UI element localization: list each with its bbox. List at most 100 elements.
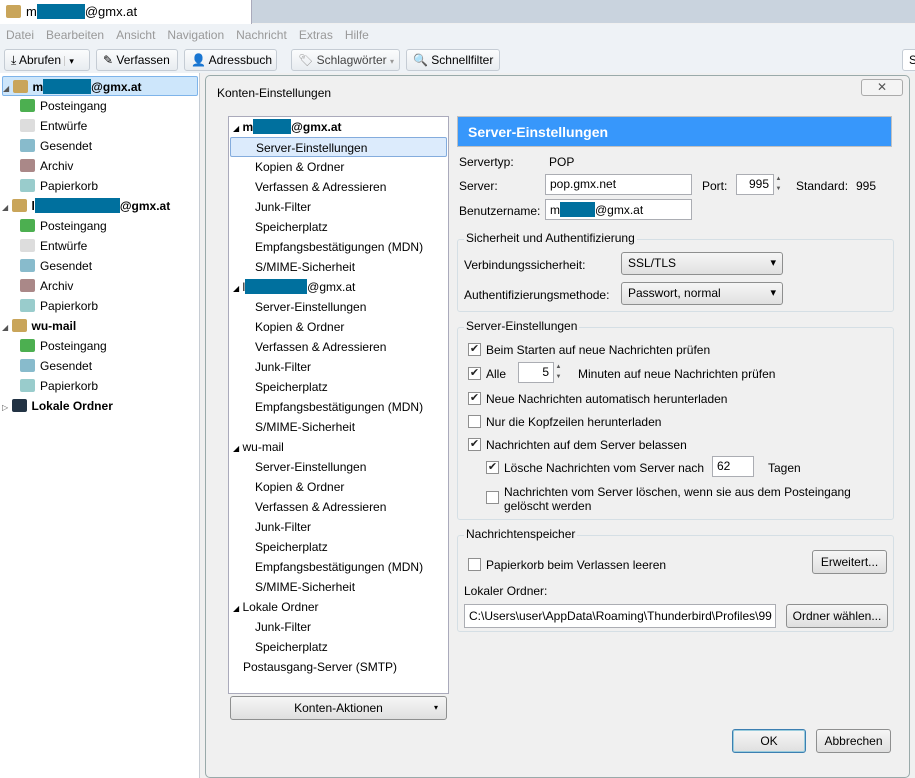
expander-icon[interactable]: ◢	[233, 604, 239, 613]
tree-item-label: Server-Einstellungen	[255, 300, 367, 314]
expander-icon[interactable]: ▷	[2, 403, 8, 412]
menu-item-nachricht[interactable]: Nachricht	[236, 28, 287, 42]
account-actions-label: Konten-Aktionen	[294, 701, 383, 715]
tab-account[interactable]: m @gmx.at	[0, 0, 252, 24]
folder-papierkorb[interactable]: Papierkorb	[20, 376, 98, 396]
menu-item-hilfe[interactable]: Hilfe	[345, 28, 369, 42]
local-folder-input[interactable]: C:\Users\user\AppData\Roaming\Thunderbir…	[464, 604, 776, 628]
connection-security-select[interactable]: SSL/TLS	[621, 252, 783, 275]
tree-item-server-einstellungen[interactable]: Server-Einstellungen	[229, 297, 448, 317]
redaction	[560, 202, 595, 217]
menu-item-datei[interactable]: Datei	[6, 28, 34, 42]
menu-item-ansicht[interactable]: Ansicht	[116, 28, 155, 42]
account-0[interactable]: ◢ m @gmx.at	[2, 76, 198, 96]
folder-posteingang[interactable]: Posteingang	[20, 336, 107, 356]
auth-method-select[interactable]: Passwort, normal	[621, 282, 783, 305]
headers-only-checkbox[interactable]	[468, 415, 481, 428]
close-button[interactable]: ✕	[861, 79, 903, 96]
expander-icon[interactable]: ◢	[2, 203, 8, 212]
menu-item-bearbeiten[interactable]: Bearbeiten	[46, 28, 104, 42]
folder-gesendet[interactable]: Gesendet	[20, 256, 92, 276]
folder-posteingang[interactable]: Posteingang	[20, 216, 107, 236]
ok-button[interactable]: OK	[732, 729, 806, 753]
tree-item-speicherplatz[interactable]: Speicherplatz	[229, 537, 448, 557]
tree-item-verfassen-adressieren[interactable]: Verfassen & Adressieren	[229, 337, 448, 357]
folder-posteingang[interactable]: Posteingang	[20, 96, 107, 116]
addressbook-button[interactable]: 👤 Adressbuch	[184, 49, 277, 71]
advanced-button[interactable]: Erweitert...	[812, 550, 887, 574]
tree-item-junk-filter[interactable]: Junk-Filter	[229, 617, 448, 637]
folder-papierkorb[interactable]: Papierkorb	[20, 296, 98, 316]
folder-entwürfe[interactable]: Entwürfe	[20, 236, 87, 256]
folder-gesendet[interactable]: Gesendet	[20, 356, 92, 376]
folder-entwürfe[interactable]: Entwürfe	[20, 116, 87, 136]
server-input[interactable]: pop.gmx.net	[545, 174, 692, 195]
tree-account-24[interactable]: ◢ Lokale Ordner	[229, 597, 448, 617]
tree-item-speicherplatz[interactable]: Speicherplatz	[229, 377, 448, 397]
tree-item-s-mime-sicherheit[interactable]: S/MIME-Sicherheit	[229, 417, 448, 437]
port-input[interactable]: 995	[736, 174, 774, 195]
menu-bar: Datei Bearbeiten Ansicht Navigation Nachrich…	[0, 24, 915, 46]
quickfilter-button[interactable]: 🔍 Schnellfilter	[406, 49, 500, 71]
tree-item-junk-filter[interactable]: Junk-Filter	[229, 357, 448, 377]
check-every-checkbox[interactable]: ✔	[468, 367, 481, 380]
tree-item-empfangsbest-tigungen-mdn-[interactable]: Empfangsbestätigungen (MDN)	[229, 557, 448, 577]
tree-item-empfangsbest-tigungen-mdn-[interactable]: Empfangsbestätigungen (MDN)	[229, 397, 448, 417]
tree-item-speicherplatz[interactable]: Speicherplatz	[229, 637, 448, 657]
tree-item-server-einstellungen[interactable]: Server-Einstellungen	[230, 137, 447, 157]
tree-item-s-mime-sicherheit[interactable]: S/MIME-Sicherheit	[229, 577, 448, 597]
tree-account-8[interactable]: ◢ l @gmx.at	[229, 277, 448, 297]
tree-item-speicherplatz[interactable]: Speicherplatz	[229, 217, 448, 237]
folder-gesendet[interactable]: Gesendet	[20, 136, 92, 156]
tree-item-verfassen-adressieren[interactable]: Verfassen & Adressieren	[229, 177, 448, 197]
account-16[interactable]: ▷ Lokale Ordner	[2, 396, 113, 416]
account-actions-button[interactable]: Konten-Aktionen ▾	[230, 696, 447, 720]
empty-trash-checkbox[interactable]	[468, 558, 481, 571]
expander-icon[interactable]: ◢	[3, 84, 9, 93]
expander-icon[interactable]: ◢	[233, 124, 239, 133]
days-input[interactable]: 62	[712, 456, 754, 477]
expander-icon[interactable]: ◢	[233, 284, 239, 293]
tree-account-27[interactable]: Postausgang-Server (SMTP)	[229, 657, 448, 677]
tree-item-kopien-ordner[interactable]: Kopien & Ordner	[229, 157, 448, 177]
auto-download-checkbox[interactable]: ✔	[468, 392, 481, 405]
write-button[interactable]: ✎ Verfassen	[96, 49, 178, 71]
tree-item-kopien-ordner[interactable]: Kopien & Ordner	[229, 477, 448, 497]
menu-item-navigation[interactable]: Navigation	[167, 28, 224, 42]
tags-button[interactable]: 🏷 Schlagwörter ▾	[291, 49, 400, 71]
tree-account-0[interactable]: ◢ m @gmx.at	[229, 117, 448, 137]
choose-folder-button[interactable]: Ordner wählen...	[786, 604, 888, 628]
tree-item-kopien-ordner[interactable]: Kopien & Ordner	[229, 317, 448, 337]
folder-label: Gesendet	[40, 139, 93, 153]
expander-icon[interactable]: ◢	[233, 444, 239, 453]
chevron-down-icon[interactable]: ▾	[64, 56, 74, 66]
server-label: Server:	[459, 179, 498, 193]
search-input[interactable]: S	[902, 49, 915, 71]
tree-item-verfassen-adressieren[interactable]: Verfassen & Adressieren	[229, 497, 448, 517]
check-start-checkbox[interactable]: ✔	[468, 343, 481, 356]
tree-item-s-mime-sicherheit[interactable]: S/MIME-Sicherheit	[229, 257, 448, 277]
delete-inbox-checkbox[interactable]	[486, 491, 499, 504]
cancel-button[interactable]: Abbrechen	[816, 729, 891, 753]
folder-archiv[interactable]: Archiv	[20, 156, 73, 176]
tree-account-16[interactable]: ◢ wu-mail	[229, 437, 448, 457]
menu-item-extras[interactable]: Extras	[299, 28, 333, 42]
username-input[interactable]: m @gmx.at	[545, 199, 692, 220]
delete-after-checkbox[interactable]: ✔	[486, 461, 499, 474]
tree-item-junk-filter[interactable]: Junk-Filter	[229, 197, 448, 217]
empty-trash-label: Papierkorb beim Verlassen leeren	[486, 558, 667, 572]
tree-item-server-einstellungen[interactable]: Server-Einstellungen	[229, 457, 448, 477]
expander-icon[interactable]: ◢	[2, 323, 8, 332]
leave-on-server-checkbox[interactable]: ✔	[468, 438, 481, 451]
account-6[interactable]: ◢ l @gmx.at	[2, 196, 170, 216]
write-label: Verfassen	[116, 53, 170, 67]
minutes-spinner[interactable]: ▲ ▼	[554, 362, 563, 383]
tree-item-junk-filter[interactable]: Junk-Filter	[229, 517, 448, 537]
port-spinner[interactable]: ▲ ▼	[774, 174, 783, 195]
folder-papierkorb[interactable]: Papierkorb	[20, 176, 98, 196]
get-messages-button[interactable]: ⤓ Abrufen ▾	[4, 49, 90, 71]
minutes-input[interactable]: 5	[518, 362, 554, 383]
folder-archiv[interactable]: Archiv	[20, 276, 73, 296]
tree-item-empfangsbest-tigungen-mdn-[interactable]: Empfangsbestätigungen (MDN)	[229, 237, 448, 257]
account-12[interactable]: ◢ wu-mail	[2, 316, 76, 336]
